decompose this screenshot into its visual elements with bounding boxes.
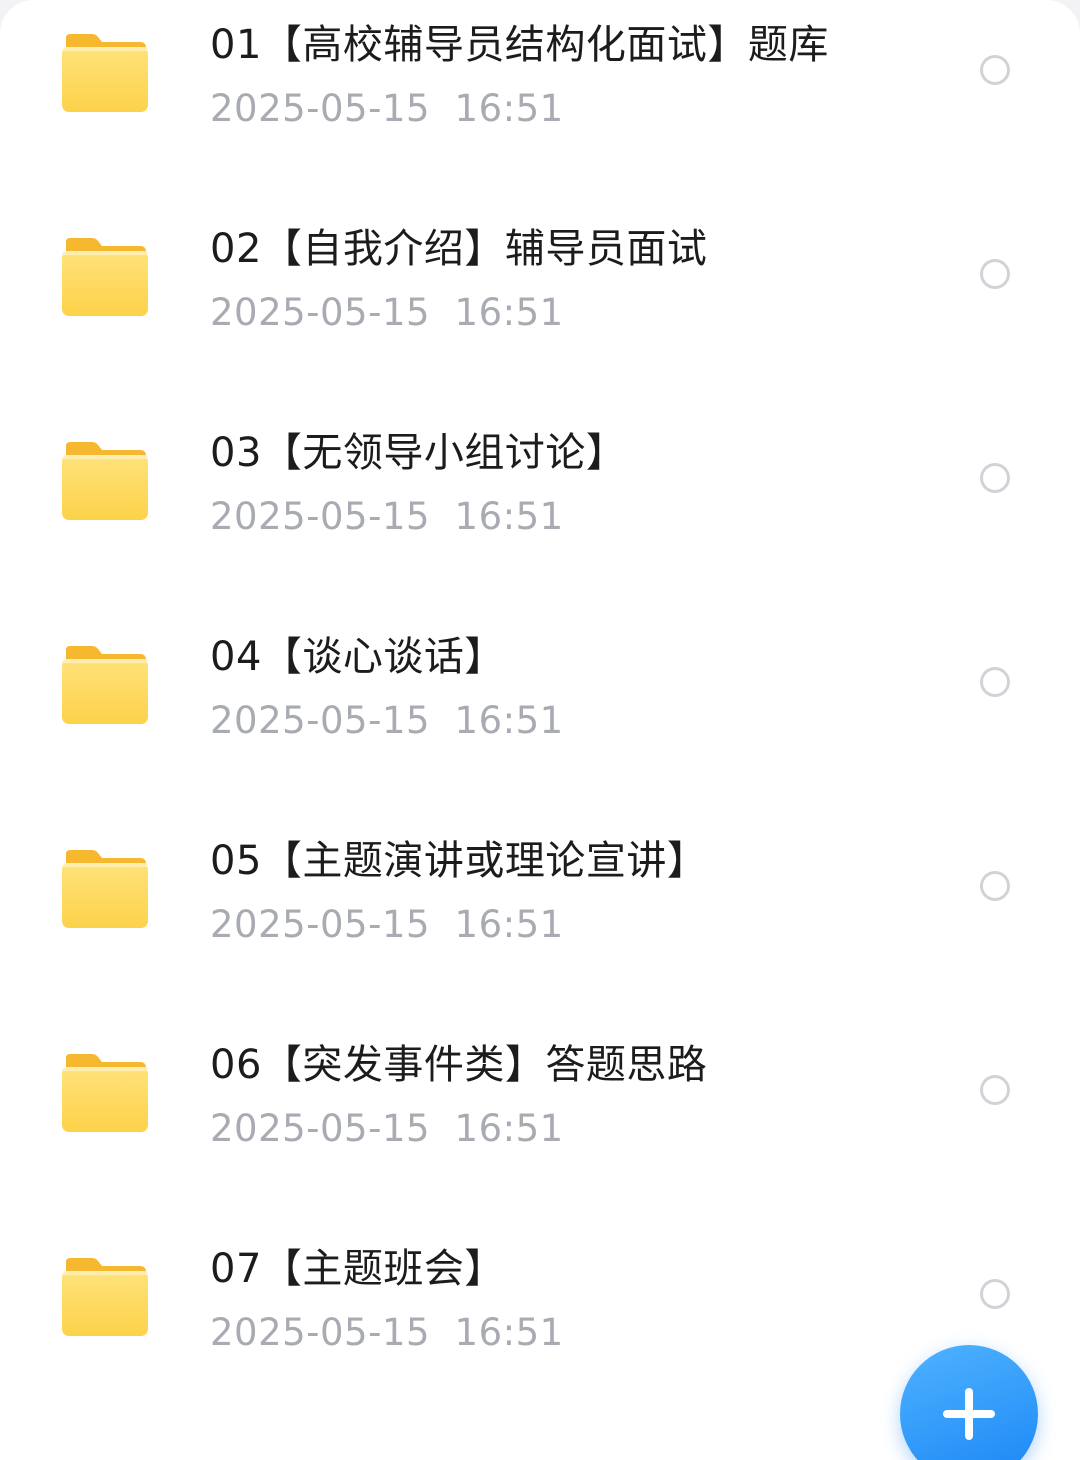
- folder-icon: [62, 442, 148, 520]
- folder-icon: [62, 238, 148, 316]
- file-date: 2025-05-15 16:51: [210, 903, 564, 946]
- file-name: 06【突发事件类】答题思路: [210, 1042, 708, 1088]
- file-name: 01【高校辅导员结构化面试】题库: [210, 22, 829, 68]
- file-row[interactable]: 03【无领导小组讨论】 2025-05-15 16:51: [0, 408, 1080, 612]
- file-list: 01【高校辅导员结构化面试】题库 2025-05-15 16:51 02【自我介…: [0, 0, 1080, 1428]
- folder-icon: [62, 1258, 148, 1336]
- file-name: 03【无领导小组讨论】: [210, 430, 627, 476]
- file-date: 2025-05-15 16:51: [210, 1107, 564, 1150]
- plus-icon: [943, 1388, 995, 1440]
- select-checkbox[interactable]: [980, 667, 1010, 697]
- file-row[interactable]: 06【突发事件类】答题思路 2025-05-15 16:51: [0, 1020, 1080, 1224]
- file-row[interactable]: 01【高校辅导员结构化面试】题库 2025-05-15 16:51: [0, 0, 1080, 204]
- select-checkbox[interactable]: [980, 1075, 1010, 1105]
- file-row[interactable]: 02【自我介绍】辅导员面试 2025-05-15 16:51: [0, 204, 1080, 408]
- file-row[interactable]: 05【主题演讲或理论宣讲】 2025-05-15 16:51: [0, 816, 1080, 1020]
- file-date: 2025-05-15 16:51: [210, 699, 564, 742]
- file-date: 2025-05-15 16:51: [210, 291, 564, 334]
- select-checkbox[interactable]: [980, 1279, 1010, 1309]
- select-checkbox[interactable]: [980, 463, 1010, 493]
- file-date: 2025-05-15 16:51: [210, 495, 564, 538]
- file-name: 02【自我介绍】辅导员面试: [210, 226, 708, 272]
- file-name: 04【谈心谈话】: [210, 634, 505, 680]
- select-checkbox[interactable]: [980, 871, 1010, 901]
- select-checkbox[interactable]: [980, 259, 1010, 289]
- file-name: 05【主题演讲或理论宣讲】: [210, 838, 708, 884]
- file-date: 2025-05-15 16:51: [210, 87, 564, 130]
- folder-icon: [62, 646, 148, 724]
- folder-icon: [62, 34, 148, 112]
- file-name: 07【主题班会】: [210, 1246, 505, 1292]
- file-row[interactable]: 04【谈心谈话】 2025-05-15 16:51: [0, 612, 1080, 816]
- folder-icon: [62, 1054, 148, 1132]
- file-list-sheet: 01【高校辅导员结构化面试】题库 2025-05-15 16:51 02【自我介…: [0, 0, 1080, 1460]
- folder-icon: [62, 850, 148, 928]
- select-checkbox[interactable]: [980, 55, 1010, 85]
- file-date: 2025-05-15 16:51: [210, 1311, 564, 1354]
